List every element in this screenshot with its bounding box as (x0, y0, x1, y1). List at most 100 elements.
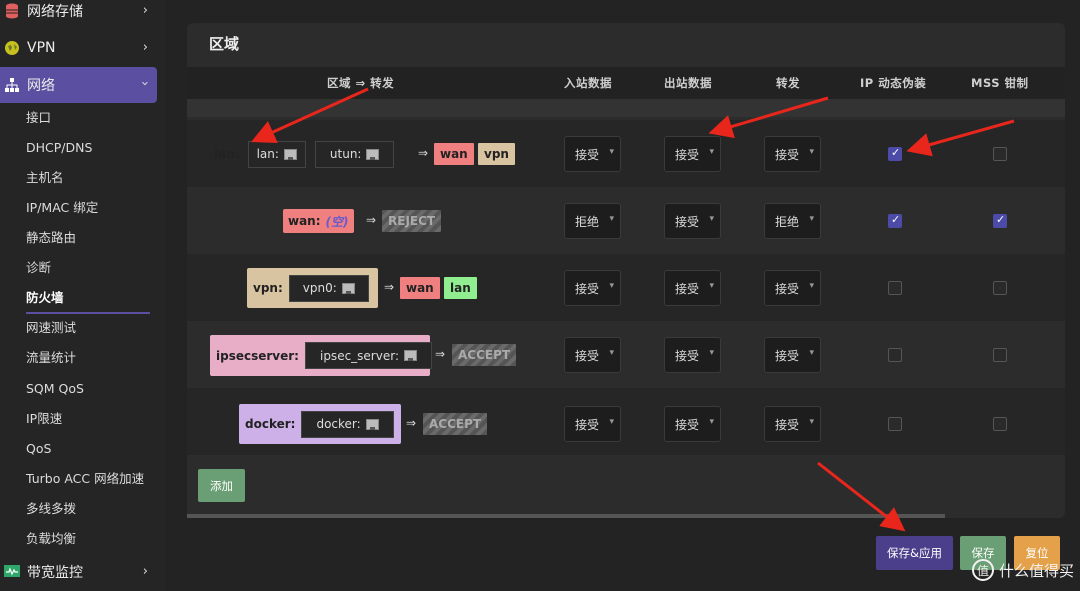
network-card-icon (365, 418, 379, 430)
zone-docker-box[interactable]: docker: docker: (239, 404, 401, 444)
smzdm-logo-icon: 值 (971, 559, 994, 581)
input-select[interactable]: 接受 (564, 406, 621, 442)
empty-devices: (空) (325, 214, 349, 229)
device-chip: vpn0: (288, 274, 369, 302)
input-select[interactable]: 接受 (564, 136, 621, 172)
sidebar-sub-multiwan[interactable]: 多线多拨 (26, 498, 76, 520)
table-header: 区域 ⇒ 转发 入站数据 出站数据 转发 IP 动态伪装 MSS 钳制 (187, 67, 1065, 99)
masquerade-checkbox[interactable] (888, 281, 902, 295)
zone-row-ipsecserver: ipsecserver: ipsec_server: ⇒ ACCEPT 接受 接… (187, 321, 1065, 388)
sidebar-sub-dhcp-dns[interactable]: DHCP/DNS (26, 137, 92, 159)
selected-indicator (26, 312, 150, 314)
forward-select[interactable]: 接受 (764, 337, 821, 373)
globe-icon (3, 39, 21, 57)
zones-panel: 区域 区域 ⇒ 转发 入站数据 出站数据 转发 IP 动态伪装 MSS 钳制 l… (187, 23, 1065, 518)
forward-select[interactable]: 拒绝 (764, 203, 821, 239)
output-select[interactable]: 接受 (664, 406, 721, 442)
forward-select[interactable]: 接受 (764, 136, 821, 172)
zone-name: vpn: (253, 281, 283, 295)
zone-row-docker: docker: docker: ⇒ ACCEPT 接受 接受 接受 (187, 388, 1065, 455)
zone-vpn-box[interactable]: vpn: vpn0: (247, 268, 378, 308)
masquerade-checkbox[interactable] (888, 213, 902, 228)
col-masquerade: IP 动态伪装 (860, 76, 927, 90)
mss-clamp-checkbox[interactable] (993, 147, 1007, 161)
horizontal-scrollbar[interactable] (187, 514, 945, 518)
input-select[interactable]: 接受 (564, 337, 621, 373)
watermark-text: 什么值得买 (998, 561, 1074, 580)
forward-arrow-icon: ⇒ (418, 146, 429, 160)
input-select[interactable]: 拒绝 (564, 203, 621, 239)
section-title: 区域 (209, 35, 240, 53)
zone-lan-box[interactable]: lan: lan: utun: (208, 135, 413, 173)
chevron-down-icon: › (136, 80, 152, 87)
zone-name: lan: (214, 147, 240, 161)
sidebar-sub-ip-limit[interactable]: IP限速 (26, 408, 62, 430)
forward-arrow-icon: ⇒ (366, 213, 377, 227)
sidebar-sub-ip-mac-binding[interactable]: IP/MAC 绑定 (26, 197, 98, 219)
output-select[interactable]: 接受 (664, 136, 721, 172)
network-card-icon (341, 282, 355, 294)
col-input: 入站数据 (564, 76, 612, 90)
sidebar-sub-turbo-acc[interactable]: Turbo ACC 网络加速 (26, 468, 144, 490)
sidebar-sub-traffic-stats[interactable]: 流量统计 (26, 347, 76, 369)
sidebar-item-vpn[interactable]: VPN › (0, 30, 160, 66)
masquerade-checkbox[interactable] (888, 348, 902, 362)
network-card-icon (366, 148, 380, 160)
sidebar-item-label: 带宽监控 (27, 565, 83, 581)
mss-clamp-checkbox[interactable] (993, 417, 1007, 431)
sidebar-sub-static-routes[interactable]: 静态路由 (26, 227, 76, 249)
network-icon (3, 76, 21, 94)
output-select[interactable]: 接受 (664, 337, 721, 373)
network-card-icon (404, 350, 417, 361)
chevron-right-icon: › (142, 3, 148, 18)
forward-arrow-icon: ⇒ (406, 416, 417, 430)
mss-clamp-checkbox[interactable] (993, 348, 1007, 362)
database-icon (3, 2, 21, 20)
target-tag-wan: wan (400, 277, 440, 299)
device-chip: utun: (314, 140, 395, 168)
input-select[interactable]: 接受 (564, 270, 621, 306)
sidebar-item-label: 网络存储 (27, 4, 83, 20)
sidebar-item-label: 网络 (27, 78, 55, 94)
sidebar-item-bandwidth-monitor[interactable]: 带宽监控 › (0, 554, 160, 590)
sidebar-sub-firewall[interactable]: 防火墙 (26, 287, 64, 309)
sidebar-sub-speedtest[interactable]: 网速测试 (26, 317, 76, 339)
zone-wan-box[interactable]: wan: (空) (283, 209, 354, 233)
sidebar-item-network[interactable]: 网络 › (0, 67, 157, 103)
sidebar-item-label: VPN (27, 40, 56, 56)
sidebar-sub-qos[interactable]: QoS (26, 438, 51, 460)
zone-name: docker: (245, 417, 296, 431)
output-select[interactable]: 接受 (664, 203, 721, 239)
target-tag-accept: ACCEPT (423, 413, 488, 435)
device-chip: lan: (247, 140, 306, 168)
target-tag-wan: wan (434, 143, 474, 165)
spacer-row (187, 99, 1065, 117)
col-forward: 转发 (776, 76, 800, 90)
forward-select[interactable]: 接受 (764, 406, 821, 442)
output-select[interactable]: 接受 (664, 270, 721, 306)
mss-clamp-checkbox[interactable] (993, 281, 1007, 295)
target-tag-reject: REJECT (382, 210, 442, 232)
col-output: 出站数据 (664, 76, 712, 90)
sidebar-item-storage[interactable]: 网络存储 › (0, 0, 160, 29)
zone-name: ipsecserver: (216, 348, 299, 363)
sidebar-sub-load-balance[interactable]: 负载均衡 (26, 528, 76, 550)
target-tag-vpn: vpn (478, 143, 515, 165)
forward-select[interactable]: 接受 (764, 270, 821, 306)
zone-row-wan: wan: (空) ⇒ REJECT 拒绝 接受 拒绝 (187, 187, 1065, 254)
masquerade-checkbox[interactable] (888, 146, 902, 161)
forward-arrow-icon: ⇒ (435, 347, 446, 361)
chevron-right-icon: › (142, 564, 148, 579)
zone-ipsecserver-box[interactable]: ipsecserver: ipsec_server: (210, 335, 432, 376)
sidebar-sub-interfaces[interactable]: 接口 (26, 107, 51, 129)
mss-clamp-checkbox[interactable] (993, 213, 1007, 228)
col-mss-clamp: MSS 钳制 (971, 76, 1029, 90)
sidebar-sub-sqm-qos[interactable]: SQM QoS (26, 378, 84, 400)
save-apply-button[interactable]: 保存&应用 (876, 536, 953, 570)
add-button[interactable]: 添加 (198, 469, 245, 502)
col-zone-forward: 区域 ⇒ 转发 (327, 76, 395, 90)
sidebar-sub-diagnostics[interactable]: 诊断 (26, 257, 51, 279)
sidebar-sub-hostnames[interactable]: 主机名 (26, 167, 64, 189)
device-chip: ipsec_server: (304, 342, 432, 369)
masquerade-checkbox[interactable] (888, 417, 902, 431)
